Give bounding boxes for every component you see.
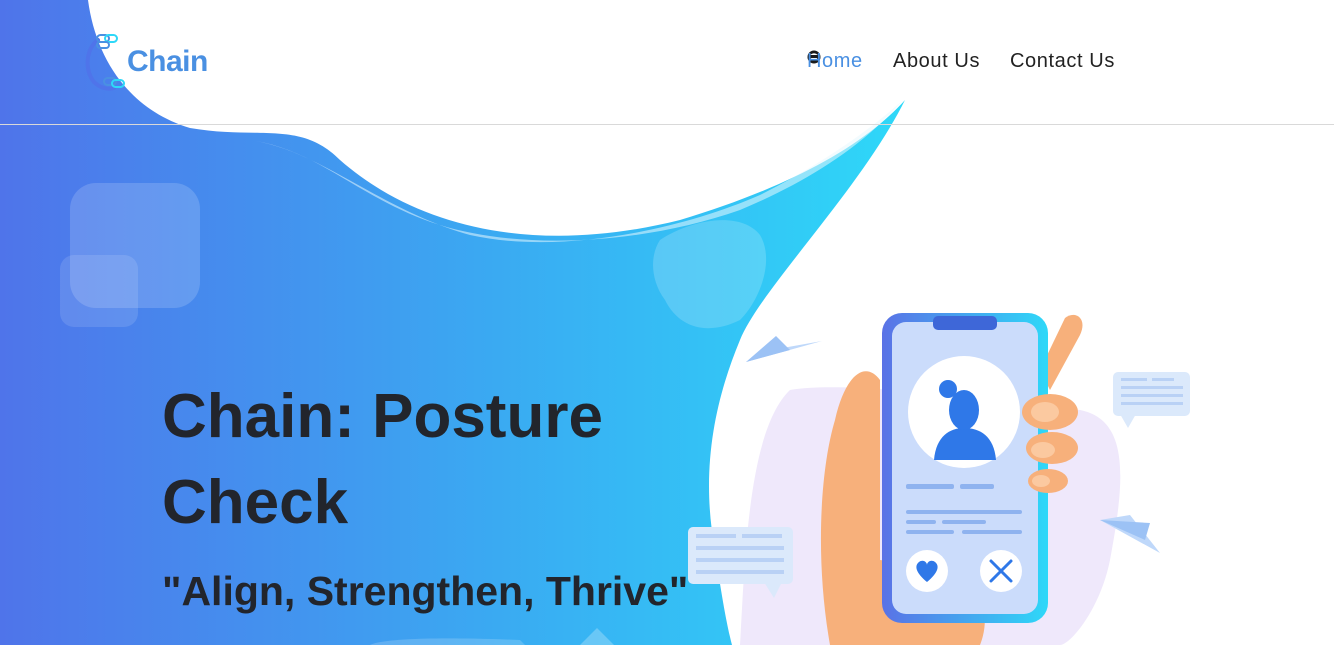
brand-name: Chain — [127, 45, 208, 78]
brand-logo[interactable]: Chain — [84, 30, 224, 94]
smartphone — [882, 313, 1048, 623]
nav-link-contact-us[interactable]: Contact Us — [1010, 50, 1115, 73]
paper-plane-left-icon — [746, 336, 822, 362]
chat-bubble-left-icon — [688, 527, 793, 598]
hero-title: Chain: Posture Check — [162, 382, 603, 537]
chat-bubble-right-icon — [1113, 372, 1190, 428]
site-header: Chain Home About Us Contact Us — [0, 0, 1334, 125]
phone-illustration — [688, 313, 1190, 645]
chain-logo-icon — [85, 34, 125, 91]
nav-link-home[interactable]: Home — [807, 50, 863, 73]
hero-tagline: "Align, Strengthen, Thrive" — [162, 568, 689, 614]
main-nav: Home About Us Contact Us — [807, 50, 1114, 76]
nav-link-about-us[interactable]: About Us — [893, 50, 980, 73]
